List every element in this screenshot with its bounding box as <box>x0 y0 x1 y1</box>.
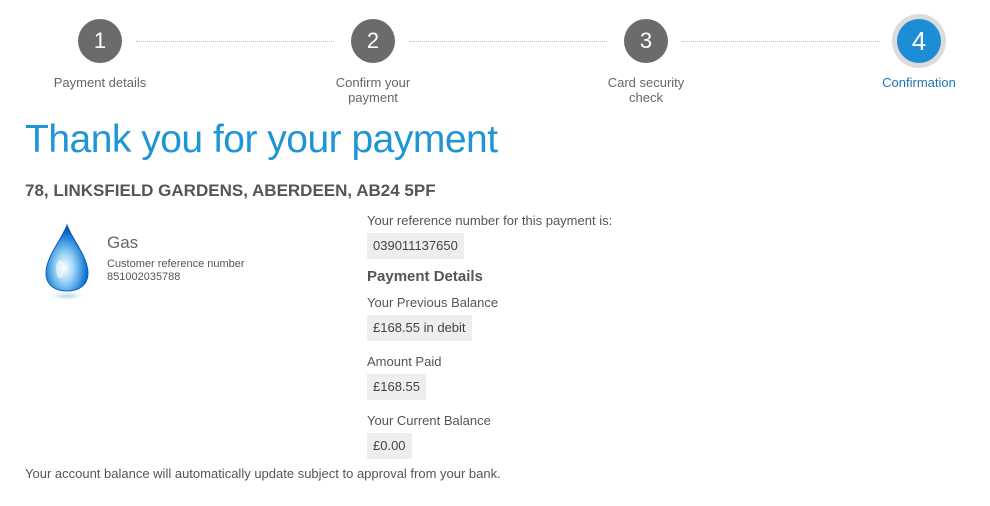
amount-paid-label: Amount Paid <box>367 354 442 369</box>
step-4-label: Confirmation <box>882 75 956 90</box>
service-name: Gas <box>107 233 139 252</box>
payment-details-heading: Payment Details <box>367 268 483 285</box>
current-balance-label: Your Current Balance <box>367 413 491 428</box>
customer-ref-value: 851002035788 <box>107 271 181 283</box>
customer-ref-label: Customer reference number <box>107 258 245 270</box>
payment-confirmation-page: 1 Payment details 2 Confirm your payment… <box>0 0 990 506</box>
step-connector <box>136 41 334 42</box>
previous-balance-label: Your Previous Balance <box>367 295 499 310</box>
reference-label: Your reference number for this payment i… <box>367 213 613 228</box>
step-2-label: Confirm your payment <box>303 75 443 105</box>
step-4-circle: 4 <box>897 19 941 63</box>
step-3-label: Card security check <box>576 75 716 105</box>
step-2-label-text: Confirm your payment <box>335 75 411 105</box>
step-2-circle: 2 <box>351 19 395 63</box>
previous-balance-value: £168.55 in debit <box>367 315 472 341</box>
balance-update-note: Your account balance will automatically … <box>25 466 501 481</box>
step-connector <box>409 41 607 42</box>
gas-flame-drop-icon <box>45 223 89 300</box>
step-connector <box>682 41 880 42</box>
step-1-circle: 1 <box>78 19 122 63</box>
step-3-circle: 3 <box>624 19 668 63</box>
property-address: 78, LINKSFIELD GARDENS, ABERDEEN, AB24 5… <box>25 181 436 200</box>
step-3-label-text: Card security check <box>607 75 685 105</box>
page-title: Thank you for your payment <box>25 118 498 161</box>
reference-value: 039011137650 <box>367 233 464 259</box>
amount-paid-value: £168.55 <box>367 374 426 400</box>
step-1-label: Payment details <box>53 75 147 90</box>
current-balance-value: £0.00 <box>367 433 412 459</box>
